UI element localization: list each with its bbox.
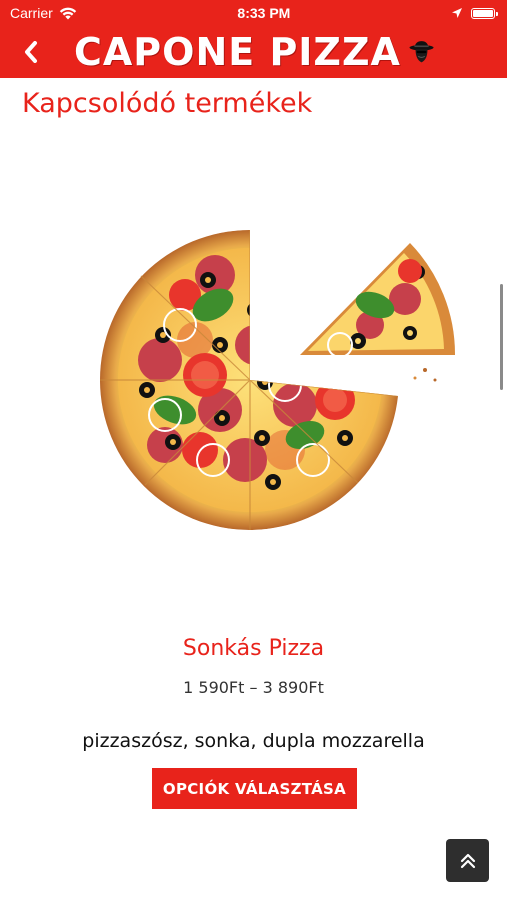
product-description: pizzaszósz, sonka, dupla mozzarella [82,730,425,752]
related-products-title: Kapcsolódó termékek [22,88,313,119]
app-header: CAPONE PIZZA [0,26,507,78]
select-options-button[interactable]: OPCIÓK VÁLASZTÁSA [152,768,357,809]
battery-icon [470,7,498,19]
pizza-illustration [100,230,456,530]
brand-logo[interactable]: CAPONE PIZZA [74,30,434,74]
pizza-slice [300,243,456,358]
product-price: 1 590Ft – 3 890Ft [183,678,324,697]
logo-text: CAPONE PIZZA [74,30,401,74]
product-name[interactable]: Sonkás Pizza [0,636,507,661]
gangster-icon [409,41,434,63]
scroll-indicator [500,284,503,390]
clock: 8:33 PM [237,5,291,21]
status-right [451,7,498,19]
wifi-icon [59,7,76,19]
chevron-left-icon [25,41,37,63]
pizza-body [100,230,398,530]
double-chevron-up-icon [460,853,475,868]
location-arrow-icon [451,8,462,18]
product-image[interactable] [95,220,465,540]
status-bar: Carrier 8:33 PM [0,0,507,26]
back-button[interactable] [14,34,48,70]
status-left: Carrier [10,5,77,21]
scroll-to-top-button[interactable] [446,839,489,882]
carrier-label: Carrier [10,5,53,21]
